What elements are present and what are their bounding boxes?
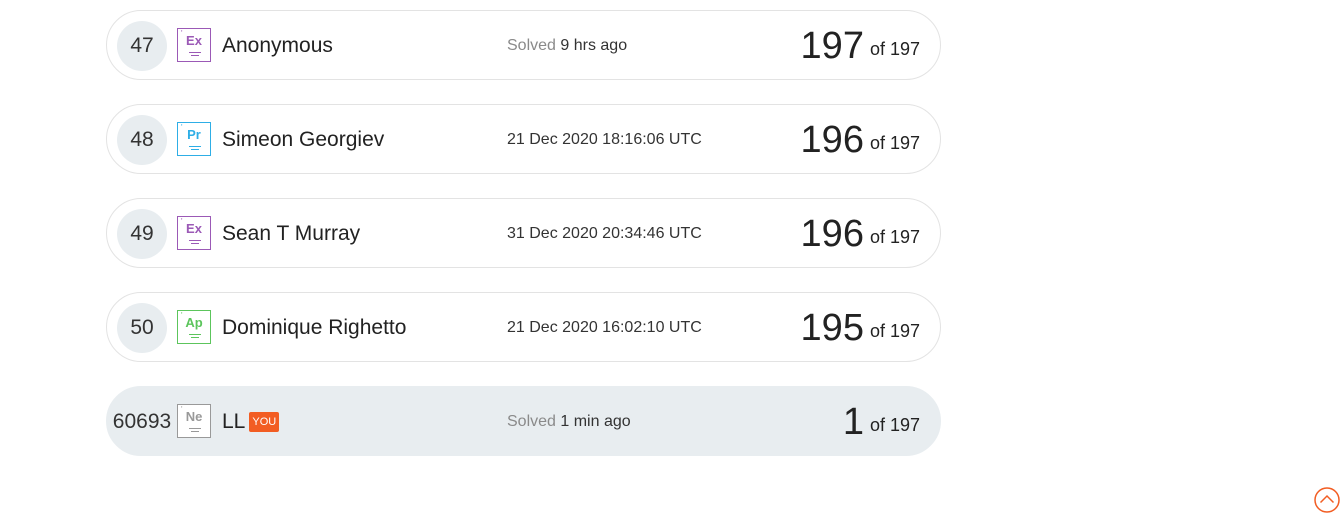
date-value: 21 Dec 2020 18:16:06 UTC (507, 131, 702, 148)
score-value: 196 (800, 119, 864, 161)
scroll-to-top-button[interactable] (1314, 487, 1340, 513)
solved-date: 21 Dec 2020 16:02:10 UTC (507, 293, 702, 363)
leaderboard-row-current-user: 60693 ' Ne LL YOU Solved 1 min ago 1 of 19… (106, 386, 941, 456)
score-total: of 197 (869, 133, 920, 153)
score-value: 1 (842, 401, 864, 443)
score-total: of 197 (869, 415, 920, 435)
rank: 60693 (112, 410, 172, 433)
level-badge-icon: ' Ap (177, 310, 211, 344)
rank: 48 (117, 115, 167, 165)
score: 1 of 197 (843, 387, 920, 462)
score-total: of 197 (869, 227, 920, 247)
rank: 47 (117, 21, 167, 71)
leaderboard-row: 47 ' Ex Anonymous Solved 9 hrs ago 197 of… (106, 10, 941, 80)
rank: 50 (117, 303, 167, 353)
score: 196 of 197 (801, 105, 920, 180)
level-badge-icon: ' Ex (177, 216, 211, 250)
date-prefix: Solved (507, 413, 556, 430)
score-value: 195 (800, 307, 864, 349)
user-name[interactable]: Sean T Murray (222, 199, 360, 267)
badge-symbol: Ex (186, 33, 202, 48)
score: 197 of 197 (801, 11, 920, 86)
leaderboard-row: 50 ' Ap Dominique Righetto 21 Dec 2020 1… (106, 292, 941, 362)
score: 195 of 197 (801, 293, 920, 368)
user-name-text[interactable]: Anonymous (222, 34, 333, 57)
user-name[interactable]: Dominique Righetto (222, 293, 406, 361)
badge-symbol: Pr (187, 127, 201, 142)
score-value: 197 (800, 25, 864, 67)
score-total: of 197 (869, 39, 920, 59)
badge-symbol: Ne (185, 409, 203, 424)
chevron-up-circle-icon (1314, 487, 1340, 513)
leaderboard-row: 48 ' Pr Simeon Georgiev 21 Dec 2020 18:1… (106, 104, 941, 174)
user-name-text[interactable]: Sean T Murray (222, 222, 360, 245)
user-name-text[interactable]: LL (222, 410, 245, 433)
date-prefix: Solved (507, 37, 556, 54)
date-value: 31 Dec 2020 20:34:46 UTC (507, 225, 702, 242)
you-badge: YOU (249, 412, 280, 432)
badge-symbol: Ex (186, 221, 202, 236)
level-badge-icon: ' Pr (177, 122, 211, 156)
score: 196 of 197 (801, 199, 920, 274)
level-badge-icon: ' Ne (177, 404, 211, 438)
user-name[interactable]: Simeon Georgiev (222, 105, 384, 173)
date-value: 1 min ago (560, 413, 631, 430)
solved-date: Solved 1 min ago (507, 387, 631, 457)
score-value: 196 (800, 213, 864, 255)
rank: 49 (117, 209, 167, 259)
user-name[interactable]: Anonymous (222, 11, 333, 79)
user-name-text[interactable]: Simeon Georgiev (222, 128, 384, 151)
solved-date: 31 Dec 2020 20:34:46 UTC (507, 199, 702, 269)
score-total: of 197 (869, 321, 920, 341)
user-name[interactable]: LL YOU (222, 387, 280, 455)
date-value: 21 Dec 2020 16:02:10 UTC (507, 319, 702, 336)
solved-date: 21 Dec 2020 18:16:06 UTC (507, 105, 702, 175)
solved-date: Solved 9 hrs ago (507, 11, 627, 81)
user-name-text[interactable]: Dominique Righetto (222, 316, 406, 339)
badge-symbol: Ap (185, 315, 203, 330)
leaderboard-row: 49 ' Ex Sean T Murray 31 Dec 2020 20:34:… (106, 198, 941, 268)
date-value: 9 hrs ago (560, 37, 628, 54)
level-badge-icon: ' Ex (177, 28, 211, 62)
